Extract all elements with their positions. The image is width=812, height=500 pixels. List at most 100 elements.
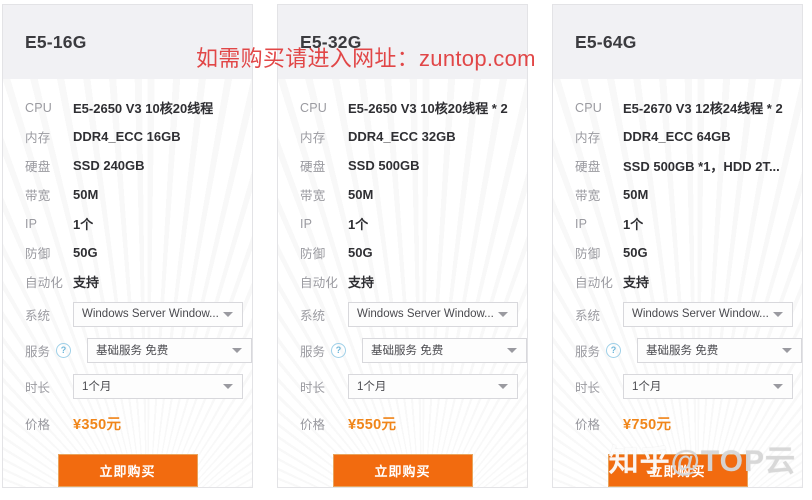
price-value: ¥550元 bbox=[348, 416, 397, 433]
spec-row-memory: 内存 DDR4_ECC 32GB bbox=[278, 122, 527, 151]
spec-value-disk: SSD 240GB bbox=[73, 158, 145, 173]
chevron-down-icon bbox=[773, 384, 783, 389]
spec-row-automation: 自动化 支持 bbox=[553, 267, 802, 296]
system-select[interactable]: Windows Server Window... bbox=[623, 301, 793, 327]
help-icon[interactable]: ? bbox=[331, 342, 347, 358]
spec-label-cpu: CPU bbox=[25, 100, 52, 115]
service-select-value: 基础服务 免费 bbox=[96, 345, 169, 357]
spec-value-disk: SSD 500GB bbox=[348, 158, 420, 173]
price-label: 价格 bbox=[300, 417, 326, 432]
price-value: ¥750元 bbox=[623, 416, 672, 433]
spec-row-disk: 硬盘 SSD 500GB *1，HDD 2T... bbox=[553, 151, 802, 180]
spec-row-ip: IP 1个 bbox=[278, 209, 527, 238]
select-row-system: 系统 Windows Server Window... bbox=[553, 296, 802, 332]
duration-select[interactable]: 1个月 bbox=[73, 373, 243, 399]
system-select[interactable]: Windows Server Window... bbox=[73, 301, 243, 327]
spec-value-ip: 1个 bbox=[623, 217, 644, 232]
plan-card-list: E5-16G CPU E5-2650 V3 10核20线程 内存 DDR4_EC… bbox=[0, 4, 803, 488]
spec-row-defense: 防御 50G bbox=[553, 238, 802, 267]
plan-card[interactable]: E5-32G CPU E5-2650 V3 10核20线程 * 2 内存 DDR… bbox=[277, 4, 528, 488]
duration-select-value: 1个月 bbox=[82, 381, 112, 393]
select-row-duration: 时长 1个月 bbox=[278, 368, 527, 404]
spec-label-bandwidth: 带宽 bbox=[25, 189, 51, 203]
spec-value-cpu: E5-2650 V3 10核20线程 * 2 bbox=[348, 101, 508, 116]
buy-now-button[interactable]: 立即购买 bbox=[57, 454, 198, 487]
chevron-down-icon bbox=[232, 348, 242, 353]
spec-row-ip: IP 1个 bbox=[3, 209, 252, 238]
duration-select[interactable]: 1个月 bbox=[348, 373, 518, 399]
spec-value-memory: DDR4_ECC 64GB bbox=[623, 129, 731, 144]
price-row: 价格 ¥550元 bbox=[278, 406, 527, 440]
spec-row-automation: 自动化 支持 bbox=[278, 267, 527, 296]
buy-button-wrap: 立即购买 bbox=[3, 454, 252, 487]
system-select-value: Windows Server Window... bbox=[357, 308, 494, 320]
spec-value-ip: 1个 bbox=[73, 217, 94, 232]
spec-row-bandwidth: 带宽 50M bbox=[278, 180, 527, 209]
buy-now-button[interactable]: 立即购买 bbox=[607, 454, 748, 487]
spec-label-bandwidth: 带宽 bbox=[300, 189, 326, 203]
service-select-value: 基础服务 免费 bbox=[646, 345, 719, 357]
spec-label-automation: 自动化 bbox=[25, 276, 64, 290]
card-header: E5-32G bbox=[278, 5, 527, 79]
spec-value-bandwidth: 50M bbox=[73, 187, 99, 202]
select-label-system: 系统 bbox=[575, 308, 601, 323]
select-row-duration: 时长 1个月 bbox=[553, 368, 802, 404]
system-select-value: Windows Server Window... bbox=[632, 308, 769, 320]
select-label-service: 服务 ? bbox=[286, 341, 362, 360]
plan-title: E5-64G bbox=[575, 31, 637, 52]
spec-value-automation: 支持 bbox=[623, 275, 650, 290]
help-icon[interactable]: ? bbox=[606, 342, 622, 358]
service-select-value: 基础服务 免费 bbox=[371, 345, 444, 357]
spec-label-ip: IP bbox=[25, 216, 38, 231]
card-body: CPU E5-2650 V3 10核20线程 * 2 内存 DDR4_ECC 3… bbox=[278, 79, 527, 487]
spec-value-ip: 1个 bbox=[348, 217, 369, 232]
select-row-service: 服务 ? 基础服务 免费 bbox=[3, 332, 252, 368]
spec-label-disk: 硬盘 bbox=[575, 160, 601, 174]
buy-now-button[interactable]: 立即购买 bbox=[332, 454, 473, 487]
spec-label-defense: 防御 bbox=[300, 247, 326, 261]
chevron-down-icon bbox=[773, 312, 783, 317]
plan-card[interactable]: E5-16G CPU E5-2650 V3 10核20线程 内存 DDR4_EC… bbox=[2, 4, 253, 488]
spec-label-memory: 内存 bbox=[300, 131, 326, 145]
chevron-down-icon bbox=[223, 384, 233, 389]
spec-row-disk: 硬盘 SSD 240GB bbox=[3, 151, 252, 180]
service-select[interactable]: 基础服务 免费 bbox=[637, 337, 802, 363]
spec-value-defense: 50G bbox=[348, 245, 373, 260]
spec-label-disk: 硬盘 bbox=[25, 160, 51, 174]
spec-row-defense: 防御 50G bbox=[278, 238, 527, 267]
select-row-system: 系统 Windows Server Window... bbox=[278, 296, 527, 332]
price-label: 价格 bbox=[575, 417, 601, 432]
buy-button-wrap: 立即购买 bbox=[553, 454, 802, 487]
select-label-system: 系统 bbox=[25, 308, 51, 323]
spec-row-ip: IP 1个 bbox=[553, 209, 802, 238]
duration-select-value: 1个月 bbox=[357, 381, 387, 393]
price-row: 价格 ¥750元 bbox=[553, 406, 802, 440]
select-label-service-text: 服务 bbox=[575, 344, 601, 359]
spec-row-automation: 自动化 支持 bbox=[3, 267, 252, 296]
chevron-down-icon bbox=[223, 312, 233, 317]
card-header: E5-64G bbox=[553, 5, 802, 79]
spec-label-memory: 内存 bbox=[575, 131, 601, 145]
spec-value-disk: SSD 500GB *1，HDD 2T... bbox=[623, 159, 780, 174]
spec-value-automation: 支持 bbox=[73, 275, 100, 290]
spec-value-defense: 50G bbox=[73, 245, 98, 260]
system-select-value: Windows Server Window... bbox=[82, 308, 219, 320]
spec-label-cpu: CPU bbox=[575, 100, 602, 115]
service-select[interactable]: 基础服务 免费 bbox=[87, 337, 252, 363]
spec-row-memory: 内存 DDR4_ECC 64GB bbox=[553, 122, 802, 151]
plan-card[interactable]: E5-64G CPU E5-2670 V3 12核24线程 * 2 内存 DDR… bbox=[552, 4, 803, 488]
spec-label-bandwidth: 带宽 bbox=[575, 189, 601, 203]
help-icon[interactable]: ? bbox=[56, 342, 72, 358]
spec-value-memory: DDR4_ECC 32GB bbox=[348, 129, 456, 144]
spec-row-disk: 硬盘 SSD 500GB bbox=[278, 151, 527, 180]
card-header: E5-16G bbox=[3, 5, 252, 79]
card-body: CPU E5-2650 V3 10核20线程 内存 DDR4_ECC 16GB … bbox=[3, 79, 252, 487]
duration-select[interactable]: 1个月 bbox=[623, 373, 793, 399]
chevron-down-icon bbox=[498, 384, 508, 389]
spec-value-automation: 支持 bbox=[348, 275, 375, 290]
spec-row-defense: 防御 50G bbox=[3, 238, 252, 267]
select-label-duration: 时长 bbox=[300, 380, 326, 395]
system-select[interactable]: Windows Server Window... bbox=[348, 301, 518, 327]
service-select[interactable]: 基础服务 免费 bbox=[362, 337, 527, 363]
chevron-down-icon bbox=[507, 348, 517, 353]
